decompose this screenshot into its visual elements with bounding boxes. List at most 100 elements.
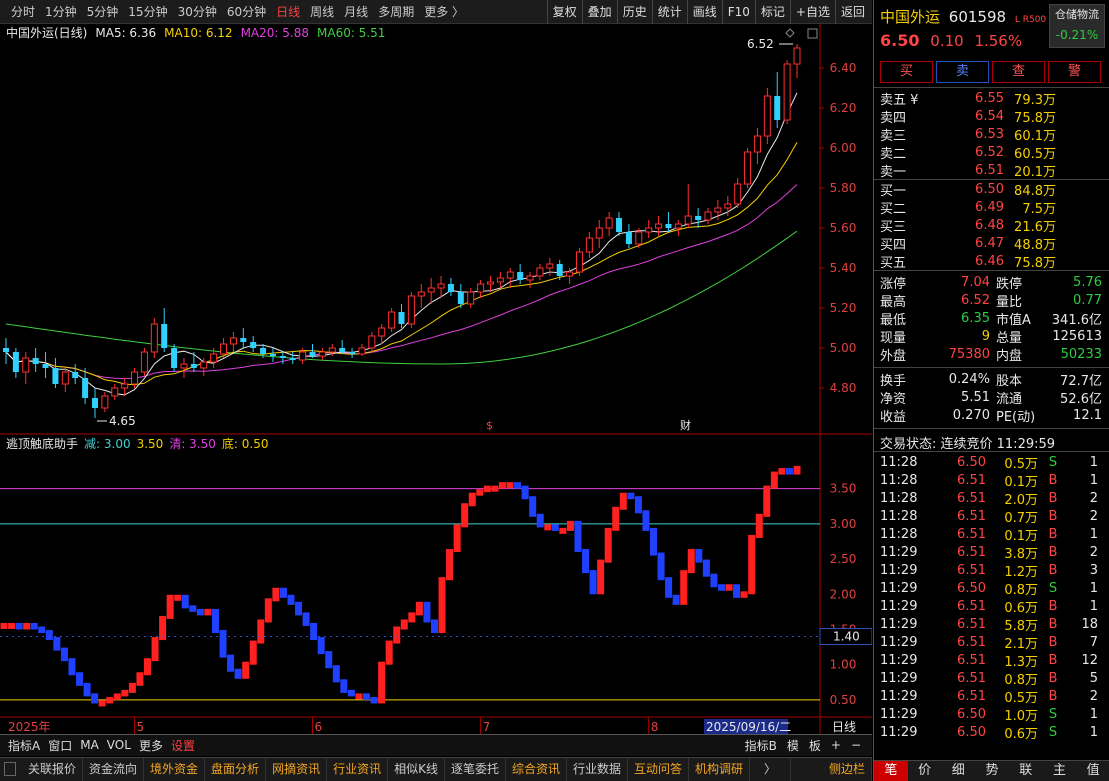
indicator-tab-0[interactable]: 指标A <box>4 737 44 754</box>
book-row[interactable]: 卖五 ¥ 6.55 79.3万 <box>880 89 1104 108</box>
tick-time: 11:29 <box>880 724 918 740</box>
tick-side: B <box>1048 688 1058 704</box>
panel-tab-2[interactable]: 细 <box>941 761 975 781</box>
price-line: 6.50 0.10 1.56% <box>880 31 1022 50</box>
indicator-tab-5[interactable]: 设置 <box>167 737 199 754</box>
candle <box>407 292 415 328</box>
nav-item-10[interactable]: 互动问答 <box>628 758 690 781</box>
ask-book: 卖五 ¥ 6.55 79.3万 卖四 6.54 75.8万 卖三 6.53 60.1万 卖二 6.5… <box>880 89 1104 180</box>
event-marker-finance[interactable]: 财 <box>680 418 691 432</box>
period-4[interactable]: 30分钟 <box>173 0 222 24</box>
nav-item-0[interactable]: 关联报价 <box>22 758 84 781</box>
collapse-icon[interactable] <box>4 762 16 776</box>
tool-button-3[interactable]: 统计 <box>651 0 687 24</box>
sector-box[interactable]: 仓储物流 -0.21% <box>1049 4 1105 48</box>
panel-tab-0[interactable]: 笔 <box>874 761 908 781</box>
candle-body <box>753 135 761 153</box>
nav-item-9[interactable]: 行业数据 <box>567 758 629 781</box>
period-7[interactable]: 周线 <box>305 0 339 24</box>
indicator-tab-right-4[interactable]: − <box>846 738 866 752</box>
period-2[interactable]: 5分钟 <box>82 0 124 24</box>
tool-button-7[interactable]: +自选 <box>789 0 835 24</box>
panel-tab-5[interactable]: 主 <box>1043 761 1077 781</box>
nav-item-5[interactable]: 行业资讯 <box>327 758 389 781</box>
nav-item-11[interactable]: 机构调研 <box>689 758 751 781</box>
nav-item-6[interactable]: 相似K线 <box>388 758 445 781</box>
panel-tab-4[interactable]: 联 <box>1009 761 1043 781</box>
period-0[interactable]: 分时 <box>6 0 40 24</box>
book-row[interactable]: 买二 6.49 7.5万 <box>880 198 1104 217</box>
book-row[interactable]: 买一 6.50 84.8万 <box>880 180 1104 199</box>
panel-tab-6[interactable]: 值 <box>1076 761 1109 781</box>
tool-button-2[interactable]: 历史 <box>616 0 652 24</box>
event-marker-dividend[interactable]: $ <box>486 419 493 432</box>
tick-price: 6.51 <box>957 616 986 632</box>
period-3[interactable]: 15分钟 <box>123 0 172 24</box>
action-button-1[interactable]: 卖 <box>936 61 989 83</box>
period-5[interactable]: 60分钟 <box>222 0 271 24</box>
period-8[interactable]: 月线 <box>339 0 373 24</box>
indicator-title: 逃顶触底助手 <box>6 436 78 451</box>
period-9[interactable]: 多周期 <box>373 0 419 24</box>
tick-count: 2 <box>1089 544 1098 560</box>
indicator-tab-right-1[interactable]: 模 <box>782 737 804 754</box>
tool-button-6[interactable]: 标记 <box>754 0 790 24</box>
indicator-tab-right-0[interactable]: 指标B <box>740 737 782 754</box>
period-6[interactable]: 日线 <box>271 0 305 24</box>
indicator-tab-right-2[interactable]: 板 <box>804 737 826 754</box>
candle-body <box>3 348 9 352</box>
indicator-tab-1[interactable]: 窗口 <box>44 737 76 754</box>
book-row[interactable]: 卖二 6.52 60.5万 <box>880 143 1104 162</box>
tick-side: B <box>1048 562 1058 578</box>
stock-tags: L R500 <box>1014 15 1047 25</box>
stat-row: 外盘 75380 内盘 50233 <box>880 345 1104 364</box>
indicator-tab-right-3[interactable]: + <box>826 738 846 752</box>
indicator-bar <box>189 605 197 612</box>
kline-chart[interactable]: 6.40 6.20 6.00 5.80 5.60 5.40 5.20 5.00 4.80 6.52… <box>0 24 872 734</box>
indicator-bar <box>211 608 219 634</box>
indicator-tab-4[interactable]: 更多 <box>135 737 167 754</box>
indicator-tab-3[interactable]: VOL <box>103 738 135 752</box>
nav-item-12[interactable]: 〉 <box>750 758 792 781</box>
quote-panel: 中国外运 601598 L R500 仓储物流 -0.21% 6.50 0.10… <box>873 0 1109 781</box>
stat-label: 换手 <box>880 373 907 389</box>
nav-item-4[interactable]: 网摘资讯 <box>266 758 328 781</box>
book-row[interactable]: 买四 6.47 48.8万 <box>880 234 1104 253</box>
indicator-bar <box>249 640 257 665</box>
tool-button-4[interactable]: 画线 <box>686 0 722 24</box>
action-button-2[interactable]: 查 <box>992 61 1045 83</box>
nav-item-3[interactable]: 盘面分析 <box>205 758 267 781</box>
candle-body <box>407 295 415 325</box>
book-row[interactable]: 卖四 6.54 75.8万 <box>880 107 1104 126</box>
nav-item-8[interactable]: 综合资讯 <box>506 758 567 781</box>
tick-list[interactable]: 11:28 6.50 0.5万 S 1 11:28 6.51 0.1万 B 1 11:28 6.51 2… <box>880 453 1104 742</box>
tool-button-1[interactable]: 叠加 <box>581 0 617 24</box>
stat-label: 现量 <box>880 330 907 346</box>
tick-time: 11:28 <box>880 454 918 470</box>
book-price: 6.48 <box>975 217 1004 233</box>
nav-item-2[interactable]: 境外资金 <box>144 758 206 781</box>
nav-item-13[interactable]: 侧边栏 <box>823 758 872 781</box>
tool-button-0[interactable]: 复权 <box>546 0 582 24</box>
action-button-0[interactable]: 买 <box>880 61 933 83</box>
tool-button-5[interactable]: F10 <box>721 0 755 24</box>
indicator-tab-2[interactable]: MA <box>76 738 103 752</box>
action-button-3[interactable]: 警 <box>1048 61 1101 83</box>
stock-terminal: 分时 1分钟 5分钟 15分钟 30分钟 60分钟 日线 周线 月线 多周期 更多 〉 复权 叠加 历史… <box>0 0 1109 781</box>
book-row[interactable]: 买三 6.48 21.6万 <box>880 216 1104 235</box>
book-row[interactable]: 卖一 6.51 20.1万 <box>880 161 1104 180</box>
book-label: 买四 <box>880 237 907 253</box>
book-row[interactable]: 卖三 6.53 60.1万 <box>880 125 1104 144</box>
nav-item-1[interactable]: 资金流向 <box>83 758 145 781</box>
indicator-bar <box>702 559 710 577</box>
panel-tab-3[interactable]: 势 <box>975 761 1009 781</box>
book-row[interactable]: 买五 6.46 75.8万 <box>880 252 1104 271</box>
period-1[interactable]: 1分钟 <box>40 0 82 24</box>
tool-button-8[interactable]: 返回 <box>834 0 870 24</box>
panel-tab-1[interactable]: 价 <box>908 761 942 781</box>
indicator-bar <box>143 658 151 676</box>
nav-item-7[interactable]: 逐笔委托 <box>445 758 506 781</box>
candle-body <box>289 358 296 360</box>
book-price: 6.51 <box>975 162 1004 178</box>
period-10[interactable]: 更多 〉 <box>419 0 469 24</box>
